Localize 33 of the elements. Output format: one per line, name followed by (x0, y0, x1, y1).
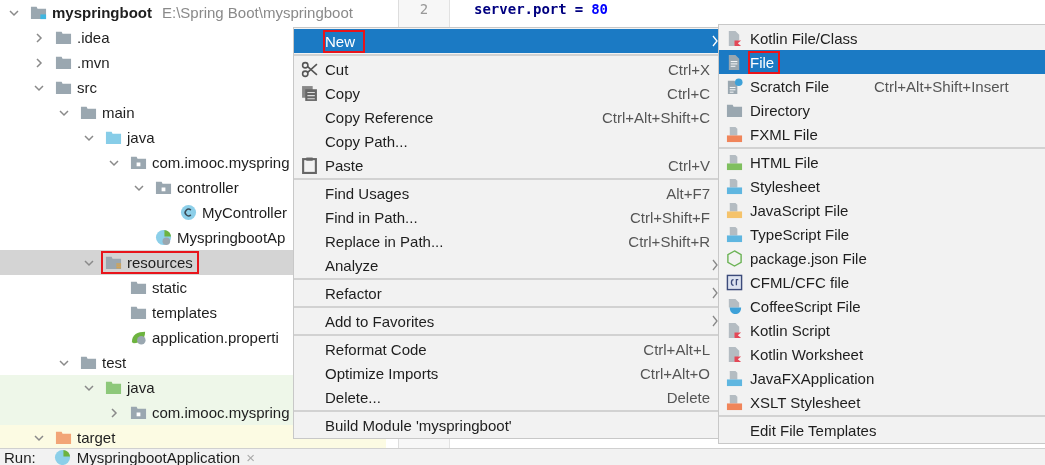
tree-label: com.imooc.myspring (152, 154, 290, 171)
shortcut: Delete (666, 388, 710, 406)
tree-label: .mvn (77, 54, 110, 71)
tree-label: application.properti (152, 329, 279, 346)
tree-label: templates (152, 304, 218, 321)
shortcut: Ctrl+Alt+L (643, 340, 710, 358)
shortcut: Alt+F7 (666, 184, 710, 202)
tree-label: java (127, 379, 155, 396)
project-path: E:\Spring Boot\myspringboot (162, 4, 353, 21)
tree-label: MyspringbootAp (177, 229, 286, 246)
shortcut: Ctrl+Alt+Shift+Insert (874, 77, 1009, 95)
shortcut: Ctrl+V (667, 156, 710, 174)
shortcut: Ctrl+C (667, 84, 710, 102)
shortcut: Ctrl+X (667, 60, 710, 78)
code-line: server.port = 80 (473, 0, 608, 18)
tree-label: com.imooc.myspring (152, 404, 290, 421)
tree-label: MyController (202, 204, 288, 221)
tree-label: controller (177, 179, 239, 196)
tree-label: static (152, 279, 187, 296)
tree-label: resources (127, 254, 193, 271)
tree-label: .idea (77, 29, 110, 46)
tree-label: myspringboot (52, 4, 152, 21)
shortcut: Ctrl+Alt+Shift+C (602, 108, 710, 126)
tree-label: target (77, 429, 116, 446)
run-label: Run: (4, 449, 36, 465)
line-number: 2 (419, 1, 429, 17)
shortcut: Ctrl+Shift+F (629, 208, 710, 226)
shortcut: Ctrl+Shift+R (628, 232, 710, 250)
tree-label: test (102, 354, 127, 371)
tree-label: main (102, 104, 135, 121)
tree-label: src (77, 79, 97, 96)
shortcut: Ctrl+Alt+O (639, 364, 710, 382)
tree-label: java (127, 129, 155, 146)
